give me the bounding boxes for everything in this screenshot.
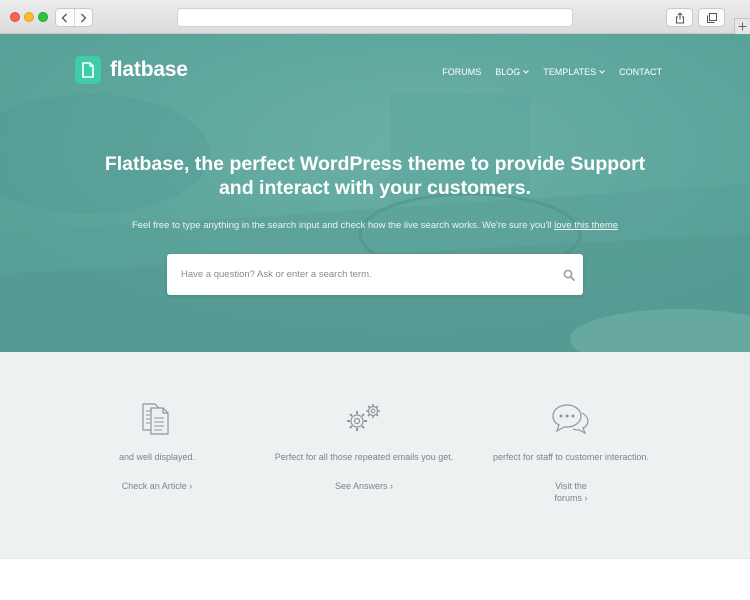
logo-document-icon bbox=[75, 56, 101, 84]
hero-headline: Flatbase, the perfect WordPress theme to… bbox=[75, 152, 675, 200]
new-tab-icon bbox=[738, 22, 747, 31]
search-box bbox=[167, 254, 583, 295]
check-an-article-link[interactable]: Check an Article › bbox=[57, 480, 257, 492]
back-button[interactable] bbox=[56, 9, 75, 26]
headline-line-1: Flatbase, the perfect WordPress theme to… bbox=[104, 153, 646, 175]
site-name: flatbase bbox=[110, 58, 188, 81]
menu-item-label: CONTACT bbox=[619, 67, 662, 77]
menu-item-forums[interactable]: FORUMS bbox=[442, 67, 481, 77]
minimize-window-button[interactable] bbox=[24, 12, 34, 22]
maximize-window-button[interactable] bbox=[38, 12, 48, 22]
subline-text: Feel free to type anything in the search… bbox=[131, 220, 555, 231]
forward-button[interactable] bbox=[75, 9, 93, 26]
search-input[interactable] bbox=[167, 254, 547, 295]
menu-item-label: BLOG bbox=[495, 67, 521, 77]
main-menu: FORUMS BLOG TEMPLATES CONTACT bbox=[442, 67, 662, 77]
back-icon bbox=[61, 13, 68, 22]
chevron-down-icon bbox=[523, 70, 530, 74]
visit-the-forums-link[interactable]: Visit the forums › bbox=[471, 480, 671, 504]
documents-icon bbox=[142, 403, 169, 435]
menu-item-contact[interactable]: CONTACT bbox=[619, 67, 662, 77]
features-section: and well displayed. Check an Article › P… bbox=[0, 352, 750, 558]
forward-icon bbox=[80, 13, 87, 22]
share-button[interactable] bbox=[666, 8, 693, 27]
address-bar[interactable] bbox=[177, 8, 573, 27]
menu-item-label: TEMPLATES bbox=[543, 67, 597, 77]
chat-bubbles-icon bbox=[552, 404, 589, 435]
see-answers-link[interactable]: See Answers › bbox=[264, 480, 464, 492]
browser-toolbar bbox=[0, 0, 750, 34]
menu-item-templates[interactable]: TEMPLATES bbox=[543, 67, 606, 77]
chevron-down-icon bbox=[599, 70, 606, 74]
show-tabs-button[interactable] bbox=[698, 8, 725, 27]
share-icon bbox=[675, 11, 684, 23]
love-this-theme-link[interactable]: love this theme bbox=[554, 220, 618, 231]
site-logo[interactable]: flatbase bbox=[75, 56, 188, 84]
link-line-2: forums › bbox=[554, 493, 588, 503]
next-section bbox=[0, 558, 750, 600]
feature-description: Perfect for all those repeated emails yo… bbox=[274, 452, 454, 462]
history-nav bbox=[55, 8, 93, 27]
feature-description: and well displayed. bbox=[118, 452, 196, 462]
headline-line-2: and interact with your customers. bbox=[218, 177, 532, 199]
feature-description: perfect for staff to customer interactio… bbox=[493, 452, 649, 462]
search-icon[interactable] bbox=[563, 269, 575, 281]
new-tab-button[interactable] bbox=[734, 18, 750, 34]
tabs-icon bbox=[706, 12, 717, 23]
menu-item-blog[interactable]: BLOG bbox=[495, 67, 530, 77]
hero-subline: Feel free to type anything in the search… bbox=[75, 220, 675, 231]
link-line-1: Visit the bbox=[555, 481, 587, 491]
hero-section: flatbase FORUMS BLOG TEMPLATES CONTACT F… bbox=[0, 34, 750, 352]
gears-icon bbox=[347, 404, 380, 431]
close-window-button[interactable] bbox=[10, 12, 20, 22]
menu-item-label: FORUMS bbox=[442, 67, 482, 77]
